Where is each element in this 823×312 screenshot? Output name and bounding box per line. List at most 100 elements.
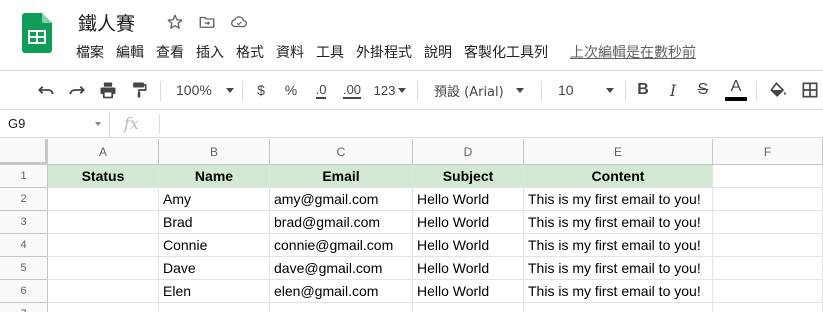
row-header-5[interactable]: 5 — [0, 257, 48, 280]
cell-d1[interactable]: Subject — [413, 165, 524, 188]
app-header: 鐵人賽 檔案 編輯 查看 插入 格式 資料 工具 外掛程式 說明 客製化工具列 … — [0, 0, 823, 68]
increase-decimal-button[interactable]: .00 — [338, 71, 366, 109]
more-formats-label: 123 — [373, 82, 396, 98]
cell-c7[interactable] — [270, 303, 413, 312]
decrease-decimal-label: .0 — [315, 81, 327, 99]
percent-format-button[interactable]: % — [280, 71, 302, 109]
column-header-b[interactable]: B — [159, 139, 270, 165]
more-formats-button[interactable]: 123 — [370, 71, 410, 109]
cell-e2[interactable]: This is my first email to you! — [524, 188, 713, 211]
font-family-select[interactable]: 預設 (Arial) — [426, 71, 534, 109]
formula-bar: G9 fx — [0, 111, 823, 138]
cell-b1[interactable]: Name — [159, 165, 270, 188]
column-header-e[interactable]: E — [524, 139, 713, 165]
cell-e5[interactable]: This is my first email to you! — [524, 257, 713, 280]
cell-e1[interactable]: Content — [524, 165, 713, 188]
row-header-4[interactable]: 4 — [0, 234, 48, 257]
cell-f3[interactable] — [713, 211, 823, 234]
cell-a6[interactable] — [48, 280, 159, 303]
column-header-c[interactable]: C — [270, 139, 413, 165]
text-color-button[interactable]: A — [723, 71, 749, 109]
menu-format[interactable]: 格式 — [230, 40, 270, 64]
menu-addons[interactable]: 外掛程式 — [350, 40, 418, 64]
undo-icon[interactable] — [32, 71, 60, 109]
cell-a3[interactable] — [48, 211, 159, 234]
bold-button[interactable]: B — [632, 71, 654, 109]
print-icon[interactable] — [94, 71, 122, 109]
row-header-1[interactable]: 1 — [0, 165, 48, 188]
cell-c4[interactable]: connie@gmail.com — [270, 234, 413, 257]
cell-b6[interactable]: Elen — [159, 280, 270, 303]
cell-c2[interactable]: amy@gmail.com — [270, 188, 413, 211]
document-title[interactable]: 鐵人賽 — [78, 9, 135, 36]
menu-file[interactable]: 檔案 — [70, 40, 110, 64]
star-icon[interactable] — [164, 11, 186, 33]
row-header-2[interactable]: 2 — [0, 188, 48, 211]
column-header-d[interactable]: D — [413, 139, 524, 165]
cell-d7[interactable] — [413, 303, 524, 312]
cell-b3[interactable]: Brad — [159, 211, 270, 234]
column-header-a[interactable]: A — [48, 139, 159, 165]
menu-tools[interactable]: 工具 — [310, 40, 350, 64]
increase-decimal-label: .00 — [342, 81, 362, 99]
row-header-6[interactable]: 6 — [0, 280, 48, 303]
cell-d3[interactable]: Hello World — [413, 211, 524, 234]
fill-color-icon[interactable] — [764, 71, 792, 109]
row-header-7[interactable]: 7 — [0, 303, 48, 312]
cell-b2[interactable]: Amy — [159, 188, 270, 211]
cell-c3[interactable]: brad@gmail.com — [270, 211, 413, 234]
cell-e7[interactable] — [524, 303, 713, 312]
row-header-3[interactable]: 3 — [0, 211, 48, 234]
menu-bar: 檔案 編輯 查看 插入 格式 資料 工具 外掛程式 說明 客製化工具列 上次編輯… — [70, 40, 700, 64]
cloud-status-icon[interactable] — [228, 11, 250, 33]
cell-d2[interactable]: Hello World — [413, 188, 524, 211]
name-box[interactable]: G9 — [0, 111, 110, 137]
menu-edit[interactable]: 編輯 — [110, 40, 150, 64]
strikethrough-button[interactable]: S — [692, 71, 714, 109]
toolbar: 100% $ % .0 .00 123 預設 (Arial) 10 B I S … — [0, 70, 823, 110]
select-all-corner[interactable] — [0, 139, 48, 165]
cell-e4[interactable]: This is my first email to you! — [524, 234, 713, 257]
cell-f6[interactable] — [713, 280, 823, 303]
decrease-decimal-button[interactable]: .0 — [307, 71, 335, 109]
cell-a5[interactable] — [48, 257, 159, 280]
column-header-f[interactable]: F — [713, 139, 823, 165]
cell-b7[interactable] — [159, 303, 270, 312]
cell-a2[interactable] — [48, 188, 159, 211]
cell-f7[interactable] — [713, 303, 823, 312]
currency-format-button[interactable]: $ — [250, 71, 272, 109]
cell-d6[interactable]: Hello World — [413, 280, 524, 303]
cell-c5[interactable]: dave@gmail.com — [270, 257, 413, 280]
menu-custom-toolbar[interactable]: 客製化工具列 — [458, 40, 554, 64]
cell-a4[interactable] — [48, 234, 159, 257]
cell-f1[interactable] — [713, 165, 823, 188]
redo-icon[interactable] — [63, 71, 91, 109]
paint-format-icon[interactable] — [125, 71, 153, 109]
zoom-select[interactable]: 100% — [168, 71, 236, 109]
sheets-logo-icon[interactable] — [22, 13, 52, 53]
menu-insert[interactable]: 插入 — [190, 40, 230, 64]
cell-a1[interactable]: Status — [48, 165, 159, 188]
menu-help[interactable]: 說明 — [418, 40, 458, 64]
cell-b5[interactable]: Dave — [159, 257, 270, 280]
cell-f4[interactable] — [713, 234, 823, 257]
cell-f5[interactable] — [713, 257, 823, 280]
cell-b4[interactable]: Connie — [159, 234, 270, 257]
cell-f2[interactable] — [713, 188, 823, 211]
formula-input[interactable] — [166, 111, 816, 137]
menu-data[interactable]: 資料 — [270, 40, 310, 64]
menu-view[interactable]: 查看 — [150, 40, 190, 64]
font-size-select[interactable]: 10 — [550, 71, 620, 109]
last-edit-link[interactable]: 上次編輯是在數秒前 — [566, 40, 700, 64]
cell-d4[interactable]: Hello World — [413, 234, 524, 257]
cell-c6[interactable]: elen@gmail.com — [270, 280, 413, 303]
cell-a7[interactable] — [48, 303, 159, 312]
cell-c1[interactable]: Email — [270, 165, 413, 188]
italic-button[interactable]: I — [662, 71, 684, 109]
cell-d5[interactable]: Hello World — [413, 257, 524, 280]
borders-icon[interactable] — [796, 71, 823, 109]
cell-e6[interactable]: This is my first email to you! — [524, 280, 713, 303]
cell-e3[interactable]: This is my first email to you! — [524, 211, 713, 234]
move-folder-icon[interactable] — [196, 11, 218, 33]
chevron-down-icon — [225, 87, 234, 93]
